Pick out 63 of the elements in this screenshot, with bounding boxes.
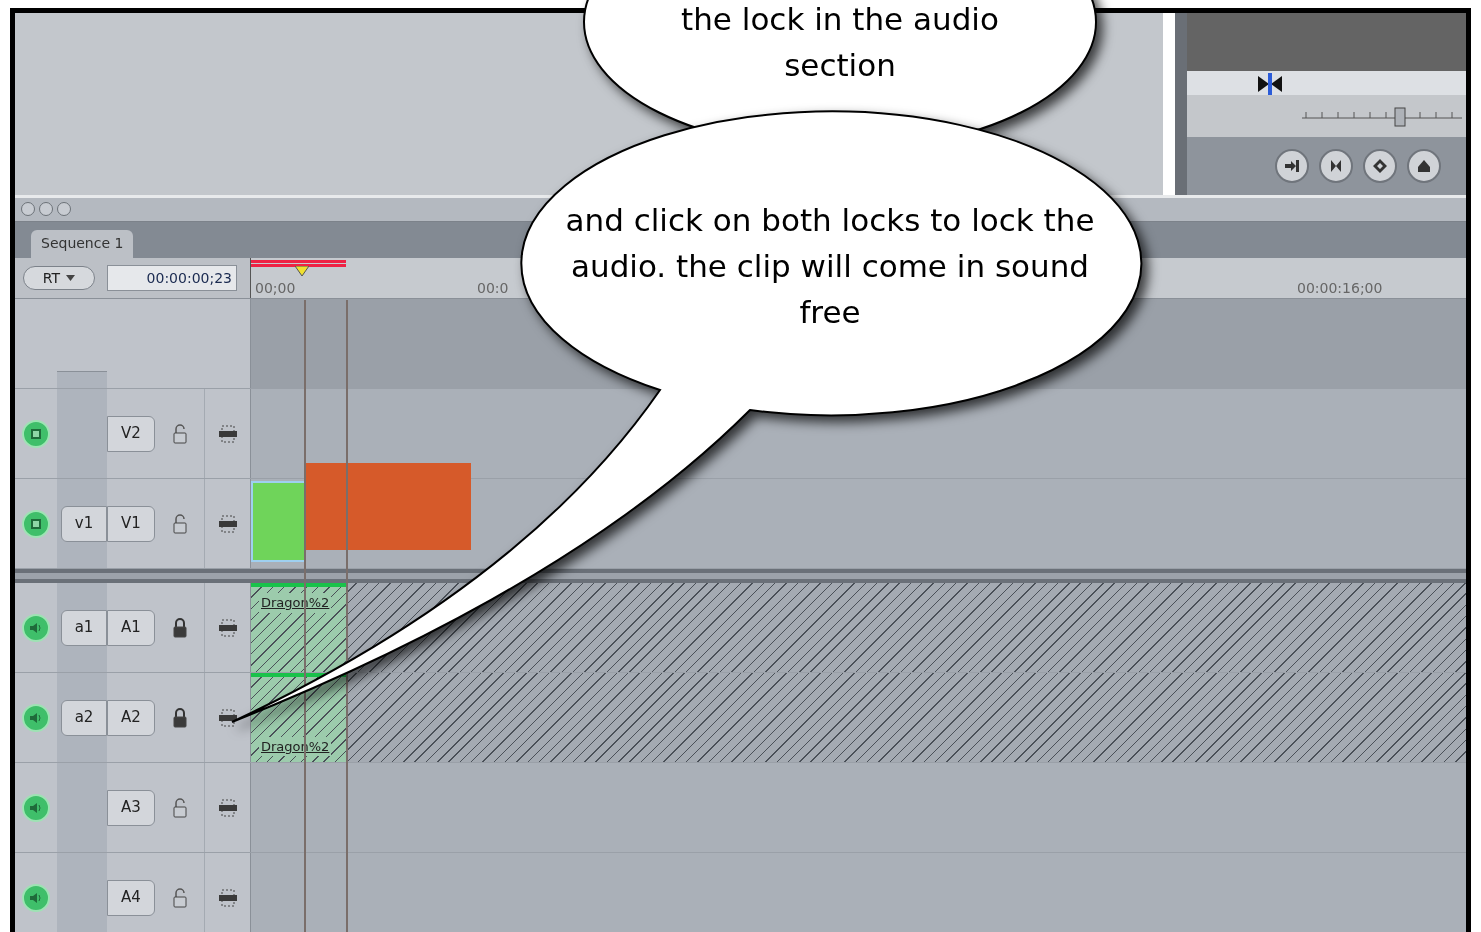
round-button[interactable] (1319, 149, 1353, 183)
round-button[interactable] (1363, 149, 1397, 183)
open-lock-icon[interactable] (172, 887, 187, 908)
track-visibility-button[interactable] (22, 509, 50, 538)
auto-select-icon[interactable] (217, 618, 238, 637)
round-button[interactable] (1275, 149, 1309, 183)
film-icon (30, 427, 42, 440)
auto-select-icon[interactable] (217, 798, 238, 817)
track-visibility-button[interactable] (22, 703, 50, 732)
closed-lock-icon[interactable] (172, 707, 187, 728)
track-visibility-button[interactable] (22, 793, 50, 822)
source-patch[interactable]: a2 (61, 699, 107, 736)
clip-thumbnail[interactable] (306, 463, 471, 550)
clip-thumbnail[interactable] (251, 481, 306, 562)
callout-text: the lock in the audio section (680, 0, 1000, 85)
speaker-icon (29, 801, 43, 814)
source-patch[interactable]: v1 (61, 505, 107, 542)
playhead-marker-icon (295, 265, 309, 276)
clip-name: Dragon%2 (259, 736, 332, 756)
track-visibility-button[interactable] (22, 613, 50, 642)
destination-patch[interactable]: V2 (107, 415, 155, 452)
track-visibility-button[interactable] (22, 419, 50, 448)
destination-patch[interactable]: A3 (107, 789, 155, 826)
sequence-tab[interactable]: Sequence 1 (31, 229, 134, 258)
auto-select-icon[interactable] (217, 888, 238, 907)
destination-patch[interactable]: A1 (107, 609, 155, 646)
speaker-icon (29, 711, 43, 724)
speaker-icon (29, 621, 43, 634)
open-lock-icon[interactable] (172, 797, 187, 818)
house-icon (1416, 158, 1432, 174)
round-button[interactable] (1407, 149, 1441, 183)
window-control-button[interactable] (57, 202, 71, 217)
auto-select-icon[interactable] (217, 424, 238, 443)
slider-thumb[interactable] (1394, 107, 1406, 127)
auto-select-icon[interactable] (217, 514, 238, 533)
closed-lock-icon[interactable] (172, 617, 187, 638)
audio-clip[interactable]: Dragon%2 (251, 673, 346, 762)
timecode-field[interactable]: 00:00:00;23 (107, 265, 237, 292)
callout-text: and click on both locks to lock the audio. the clip will come in sound free (564, 201, 1096, 332)
audio-clip[interactable]: Dragon%2 (251, 583, 346, 672)
diamond-icon (1372, 158, 1388, 174)
speaker-icon (29, 891, 43, 904)
auto-select-icon[interactable] (217, 708, 238, 727)
source-patch[interactable]: a1 (61, 609, 107, 646)
caret-icon (66, 275, 76, 282)
open-lock-icon[interactable] (172, 423, 187, 444)
film-icon (30, 517, 42, 530)
track-visibility-button[interactable] (22, 883, 50, 912)
clip-name: Dragon%2 (259, 593, 332, 613)
zoom-slider[interactable] (1302, 104, 1462, 128)
ruler-label: 00:00:16;00 (1297, 278, 1383, 298)
open-lock-icon[interactable] (172, 513, 187, 534)
destination-patch[interactable]: A4 (107, 879, 155, 916)
bowtie-icon (1328, 158, 1344, 174)
arrow-icon (1284, 158, 1300, 174)
destination-patch[interactable]: A2 (107, 699, 155, 736)
destination-patch[interactable]: V1 (107, 505, 155, 542)
window-control-button[interactable] (39, 202, 53, 217)
playhead-icon (1257, 73, 1283, 95)
rt-dropdown[interactable]: RT (23, 266, 95, 291)
window-control-button[interactable] (21, 202, 35, 217)
ruler-label: 00;00 (255, 278, 296, 298)
ruler-label: 00:0 (477, 278, 509, 298)
